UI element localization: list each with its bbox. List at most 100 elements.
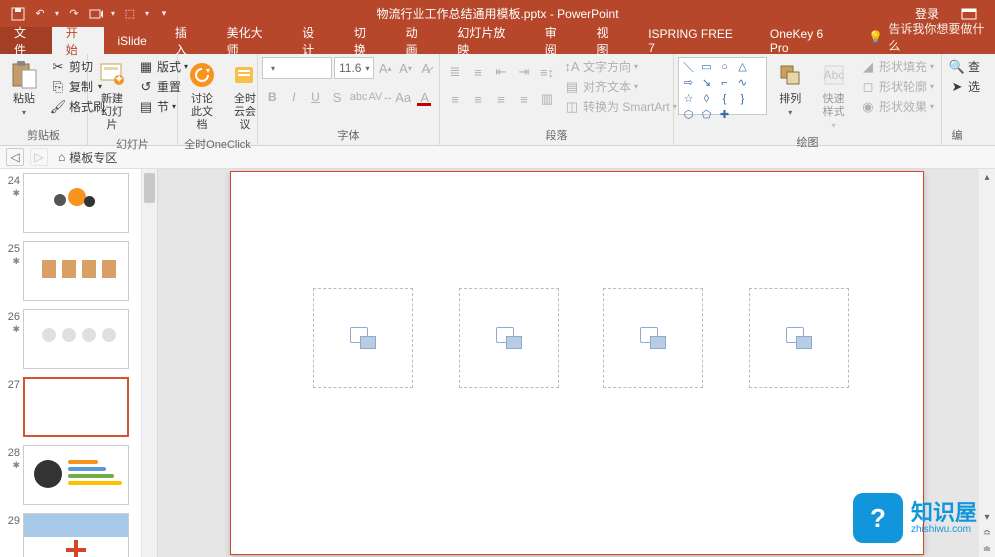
increase-indent-icon[interactable]: ⇥	[513, 61, 535, 83]
redo-icon[interactable]: ↷	[64, 4, 84, 24]
decrease-indent-icon[interactable]: ⇤	[490, 61, 512, 83]
arrange-button[interactable]: 排列 ▾	[770, 57, 810, 119]
shape-fill-button[interactable]: ◢形状填充▾	[857, 57, 937, 76]
tab-onekey[interactable]: OneKey 6 Pro	[756, 27, 859, 54]
dropdown-icon[interactable]: ▾	[142, 4, 152, 24]
save-icon[interactable]	[8, 4, 28, 24]
shape-plus-icon[interactable]: ✚	[717, 108, 732, 121]
next-slide-icon[interactable]: ≐	[979, 541, 995, 557]
tell-me-label: 告诉我你想要做什么	[888, 20, 995, 54]
tab-islide[interactable]: iSlide	[104, 27, 161, 54]
picture-placeholder[interactable]	[603, 288, 703, 388]
underline-icon[interactable]: U	[305, 86, 326, 108]
tab-review[interactable]: 审阅	[531, 27, 583, 54]
shape-brace-icon[interactable]: {	[717, 92, 732, 105]
change-case-icon[interactable]: Aa	[393, 86, 414, 108]
italic-icon[interactable]: I	[284, 86, 305, 108]
font-size-combo[interactable]: 11.6▾	[334, 57, 374, 79]
shape-connector-icon[interactable]: ⌐	[717, 76, 732, 89]
picture-placeholder[interactable]	[313, 288, 413, 388]
slide-thumbnail-25[interactable]: 25✱	[0, 237, 157, 305]
slide-thumbnail-26[interactable]: 26✱	[0, 305, 157, 373]
tell-me-search[interactable]: 💡 告诉我你想要做什么	[868, 20, 995, 54]
font-family-combo[interactable]: ▾	[262, 57, 332, 79]
shape-line2-icon[interactable]: ↘	[699, 76, 714, 89]
character-spacing-icon[interactable]: AV↔	[370, 86, 392, 108]
shape-rect-icon[interactable]: ▭	[699, 60, 714, 73]
bold-icon[interactable]: B	[262, 86, 283, 108]
text-direction-button[interactable]: ↕A文字方向▾	[561, 57, 680, 76]
shape-arrow-icon[interactable]: ⇨	[681, 76, 696, 89]
justify-icon[interactable]: ≡	[513, 88, 535, 110]
bullets-icon[interactable]: ≣	[444, 61, 466, 83]
prev-slide-icon[interactable]: ≏	[979, 525, 995, 541]
shape-star-icon[interactable]: ☆	[681, 92, 696, 105]
tab-home[interactable]: 开始	[52, 27, 104, 54]
shapes-gallery[interactable]: ＼▭○△⇨↘ ⌐∿☆◊{} ⬡⬠✚	[678, 57, 767, 115]
tab-ispring[interactable]: ISPRING FREE 7	[634, 27, 756, 54]
group-font: ▾ 11.6▾ A▴ A▾ A̷ B I U S abc AV↔ Aa A 字体	[258, 54, 440, 145]
tab-view[interactable]: 视图	[582, 27, 634, 54]
select-button[interactable]: ➤选	[946, 77, 983, 96]
shape-curve-icon[interactable]: ∿	[735, 76, 750, 89]
start-from-beginning-icon[interactable]	[86, 4, 106, 24]
scroll-down-icon[interactable]: ▾	[979, 509, 995, 525]
align-center-icon[interactable]: ≡	[467, 88, 489, 110]
nav-back-icon[interactable]: ◁	[6, 148, 24, 166]
quick-styles-button[interactable]: Abc 快速样式 ▾	[813, 57, 854, 132]
slide-thumbnail-28[interactable]: 28✱	[0, 441, 157, 509]
discuss-button[interactable]: 讨论 此文档	[182, 57, 222, 134]
touch-mode-icon[interactable]: ⬚	[120, 4, 140, 24]
shape-triangle-icon[interactable]: △	[735, 60, 750, 73]
shape-hexagon-icon[interactable]: ⬡	[681, 108, 696, 121]
paste-button[interactable]: 粘贴 ▾	[4, 57, 44, 119]
columns-icon[interactable]: ▥	[536, 88, 558, 110]
dropdown-icon[interactable]: ▾	[108, 4, 118, 24]
slide-thumbnail-29[interactable]: 29	[0, 509, 157, 557]
font-color-icon[interactable]: A	[414, 86, 435, 108]
numbering-icon[interactable]: ≡	[467, 61, 489, 83]
convert-smartart-button[interactable]: ◫转换为 SmartArt▾	[561, 97, 680, 116]
clear-formatting-icon[interactable]: A̷	[417, 57, 435, 79]
thumbnails-scrollbar[interactable]	[141, 169, 157, 557]
customize-qat-icon[interactable]: ▾	[154, 4, 174, 24]
new-slide-button[interactable]: ✦ 新建 幻灯片	[92, 57, 132, 134]
canvas-scrollbar[interactable]: ▴ ▾ ≏ ≐	[979, 169, 995, 557]
shape-fill-label: 形状填充	[879, 58, 927, 75]
shadow-icon[interactable]: abc	[348, 86, 369, 108]
shape-effects-button[interactable]: ◉形状效果▾	[857, 97, 937, 116]
tab-beautify[interactable]: 美化大师	[213, 27, 288, 54]
tab-design[interactable]: 设计	[288, 27, 340, 54]
slide-canvas[interactable]	[230, 171, 924, 555]
cloud-icon	[229, 59, 261, 91]
align-text-button[interactable]: ▤对齐文本▾	[561, 77, 680, 96]
dropdown-icon[interactable]: ▾	[52, 4, 62, 24]
shape-brace2-icon[interactable]: }	[735, 92, 750, 105]
scroll-up-icon[interactable]: ▴	[979, 169, 995, 185]
tab-animations[interactable]: 动画	[392, 27, 444, 54]
slide-thumbnail-24[interactable]: 24✱	[0, 169, 157, 237]
picture-placeholder[interactable]	[459, 288, 559, 388]
tab-transitions[interactable]: 切换	[340, 27, 392, 54]
strikethrough-icon[interactable]: S	[327, 86, 348, 108]
undo-icon[interactable]: ↶	[30, 4, 50, 24]
decrease-font-icon[interactable]: A▾	[396, 57, 414, 79]
scrollbar-handle[interactable]	[144, 173, 155, 203]
find-button[interactable]: 🔍查	[946, 57, 983, 76]
shape-outline-button[interactable]: ◻形状轮廓▾	[857, 77, 937, 96]
increase-font-icon[interactable]: A▴	[376, 57, 394, 79]
align-right-icon[interactable]: ≡	[490, 88, 512, 110]
shape-pentagon-icon[interactable]: ⬠	[699, 108, 714, 121]
slide-thumbnail-27[interactable]: 27	[0, 373, 157, 441]
picture-placeholder[interactable]	[749, 288, 849, 388]
tab-insert[interactable]: 插入	[161, 27, 213, 54]
align-left-icon[interactable]: ≡	[444, 88, 466, 110]
watermark-badge-icon	[853, 493, 903, 543]
nav-forward-icon[interactable]: ▷	[30, 148, 48, 166]
shape-line-icon[interactable]: ＼	[681, 60, 696, 73]
tab-slideshow[interactable]: 幻灯片放映	[443, 27, 530, 54]
tab-file[interactable]: 文件	[0, 27, 52, 54]
shape-callout-icon[interactable]: ◊	[699, 92, 714, 105]
shape-oval-icon[interactable]: ○	[717, 60, 732, 73]
line-spacing-icon[interactable]: ≡↕	[536, 61, 558, 83]
